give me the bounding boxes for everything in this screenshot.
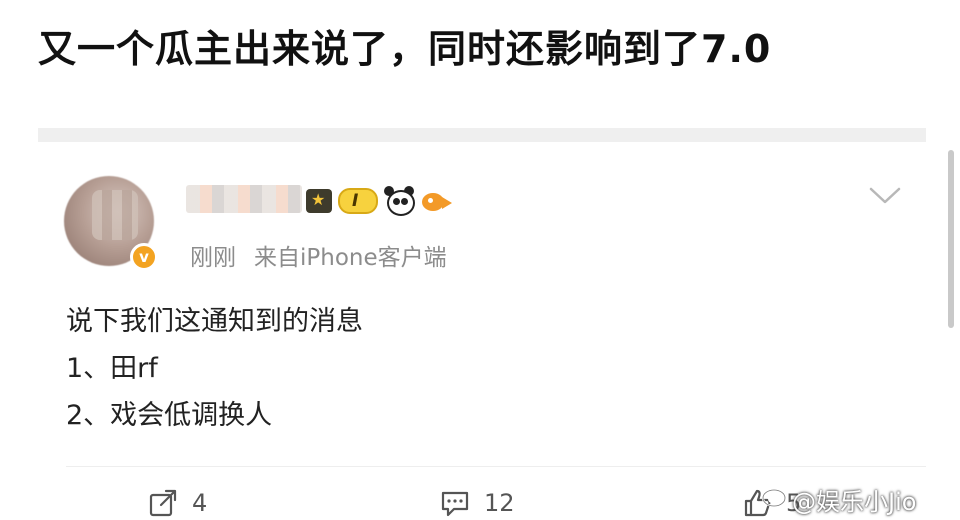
- share-button[interactable]: 4: [148, 488, 207, 518]
- post-source: 来自iPhone客户端: [254, 245, 447, 271]
- chevron-down-icon[interactable]: [868, 184, 902, 208]
- user-badges: I: [306, 184, 454, 218]
- watermark: @娱乐小Jio: [792, 488, 917, 516]
- username-redacted[interactable]: [186, 185, 302, 213]
- fish-icon: [420, 187, 454, 215]
- post-meta: 刚刚 来自iPhone客户端: [190, 238, 447, 272]
- scrollbar[interactable]: [948, 150, 954, 328]
- section-divider: [38, 128, 926, 143]
- post-line: 说下我们这通知到的消息: [66, 306, 363, 337]
- share-icon: [149, 489, 177, 517]
- post-content: 说下我们这通知到的消息 1、田rf 2、戏会低调换人: [66, 298, 363, 439]
- post-line: 1、田rf: [66, 353, 158, 384]
- comment-icon: [441, 491, 469, 517]
- post-line: 2、戏会低调换人: [66, 400, 273, 431]
- panda-icon: [384, 186, 416, 216]
- headline: 又一个瓜主出来说了，同时还影响到了7.0: [38, 27, 772, 71]
- post-time: 刚刚: [190, 245, 236, 271]
- share-count: 4: [192, 489, 208, 517]
- actions-divider: [66, 466, 926, 467]
- weibo-logo-icon: [761, 484, 788, 508]
- verified-badge-icon: v: [130, 243, 158, 271]
- comment-button[interactable]: 12: [440, 488, 515, 518]
- comment-count: 12: [484, 489, 515, 517]
- level-badge[interactable]: I: [338, 188, 379, 214]
- screenshot-page: 又一个瓜主出来说了，同时还影响到了7.0 v I 刚刚来自iPhone客户端 说…: [0, 0, 960, 520]
- avatar-mosaic: [92, 190, 138, 240]
- crown-icon: [306, 189, 332, 213]
